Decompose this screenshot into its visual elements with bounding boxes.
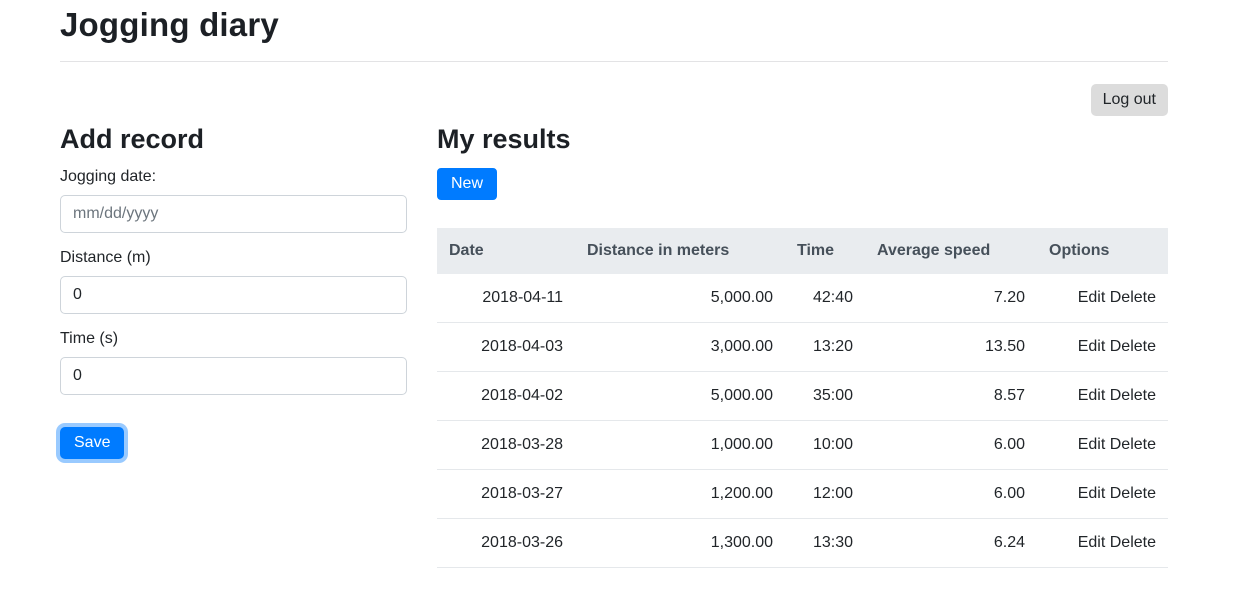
time-label: Time (s) [60,330,407,348]
jogging-date-label: Jogging date: [60,168,407,186]
cell-distance: 1,300.00 [575,519,785,568]
cell-distance: 1,000.00 [575,421,785,470]
cell-average-speed: 6.00 [865,421,1037,470]
save-button[interactable]: Save [60,427,124,459]
cell-date: 2018-04-03 [437,323,575,372]
col-header-average-speed: Average speed [865,228,1037,274]
cell-time: 42:40 [785,274,865,323]
cell-average-speed: 8.57 [865,372,1037,421]
delete-link[interactable]: Delete [1110,387,1156,404]
cell-distance: 5,000.00 [575,372,785,421]
cell-date: 2018-04-11 [437,274,575,323]
results-table-body: 2018-04-11 5,000.00 42:40 7.20 Edit Dele… [437,274,1168,568]
cell-options: Edit Delete [1037,274,1168,323]
cell-options: Edit Delete [1037,519,1168,568]
cell-average-speed: 13.50 [865,323,1037,372]
table-row: 2018-04-02 5,000.00 35:00 8.57 Edit Dele… [437,372,1168,421]
page-container: Jogging diary Log out Add record Jogging… [60,0,1168,568]
col-header-distance: Distance in meters [575,228,785,274]
add-record-section: Add record Jogging date: Distance (m) Ti… [60,124,407,568]
jogging-date-input[interactable] [60,195,407,233]
page-title: Jogging diary [60,0,1168,44]
new-button[interactable]: New [437,168,497,200]
cell-distance: 3,000.00 [575,323,785,372]
logout-button[interactable]: Log out [1091,84,1168,116]
cell-time: 13:20 [785,323,865,372]
header-divider [60,61,1168,62]
cell-date: 2018-03-28 [437,421,575,470]
cell-average-speed: 6.24 [865,519,1037,568]
cell-time: 10:00 [785,421,865,470]
distance-label: Distance (m) [60,249,407,267]
table-row: 2018-03-26 1,300.00 13:30 6.24 Edit Dele… [437,519,1168,568]
cell-time: 13:30 [785,519,865,568]
delete-link[interactable]: Delete [1110,338,1156,355]
col-header-options: Options [1037,228,1168,274]
edit-link[interactable]: Edit [1078,436,1106,453]
edit-link[interactable]: Edit [1078,485,1106,502]
table-row: 2018-04-03 3,000.00 13:20 13.50 Edit Del… [437,323,1168,372]
table-row: 2018-03-27 1,200.00 12:00 6.00 Edit Dele… [437,470,1168,519]
table-row: 2018-04-11 5,000.00 42:40 7.20 Edit Dele… [437,274,1168,323]
cell-distance: 5,000.00 [575,274,785,323]
results-table: Date Distance in meters Time Average spe… [437,228,1168,568]
cell-time: 12:00 [785,470,865,519]
cell-options: Edit Delete [1037,421,1168,470]
cell-distance: 1,200.00 [575,470,785,519]
logout-row: Log out [60,84,1168,117]
delete-link[interactable]: Delete [1110,436,1156,453]
edit-link[interactable]: Edit [1078,534,1106,551]
time-input[interactable] [60,357,407,395]
cell-options: Edit Delete [1037,470,1168,519]
cell-options: Edit Delete [1037,372,1168,421]
delete-link[interactable]: Delete [1110,534,1156,551]
edit-link[interactable]: Edit [1078,387,1106,404]
edit-link[interactable]: Edit [1078,338,1106,355]
cell-average-speed: 6.00 [865,470,1037,519]
results-header-row: Date Distance in meters Time Average spe… [437,228,1168,274]
cell-date: 2018-03-26 [437,519,575,568]
distance-input[interactable] [60,276,407,314]
cell-date: 2018-03-27 [437,470,575,519]
edit-link[interactable]: Edit [1078,289,1106,306]
table-row: 2018-03-28 1,000.00 10:00 6.00 Edit Dele… [437,421,1168,470]
delete-link[interactable]: Delete [1110,289,1156,306]
col-header-time: Time [785,228,865,274]
cell-time: 35:00 [785,372,865,421]
time-group: Time (s) [60,330,407,395]
my-results-section: My results New Date Distance in meters T… [437,124,1168,568]
my-results-heading: My results [437,124,1168,155]
col-header-date: Date [437,228,575,274]
jogging-date-group: Jogging date: [60,168,407,233]
cell-average-speed: 7.20 [865,274,1037,323]
delete-link[interactable]: Delete [1110,485,1156,502]
content-row: Add record Jogging date: Distance (m) Ti… [60,124,1168,568]
add-record-heading: Add record [60,124,407,155]
results-table-head: Date Distance in meters Time Average spe… [437,228,1168,274]
cell-date: 2018-04-02 [437,372,575,421]
cell-options: Edit Delete [1037,323,1168,372]
distance-group: Distance (m) [60,249,407,314]
